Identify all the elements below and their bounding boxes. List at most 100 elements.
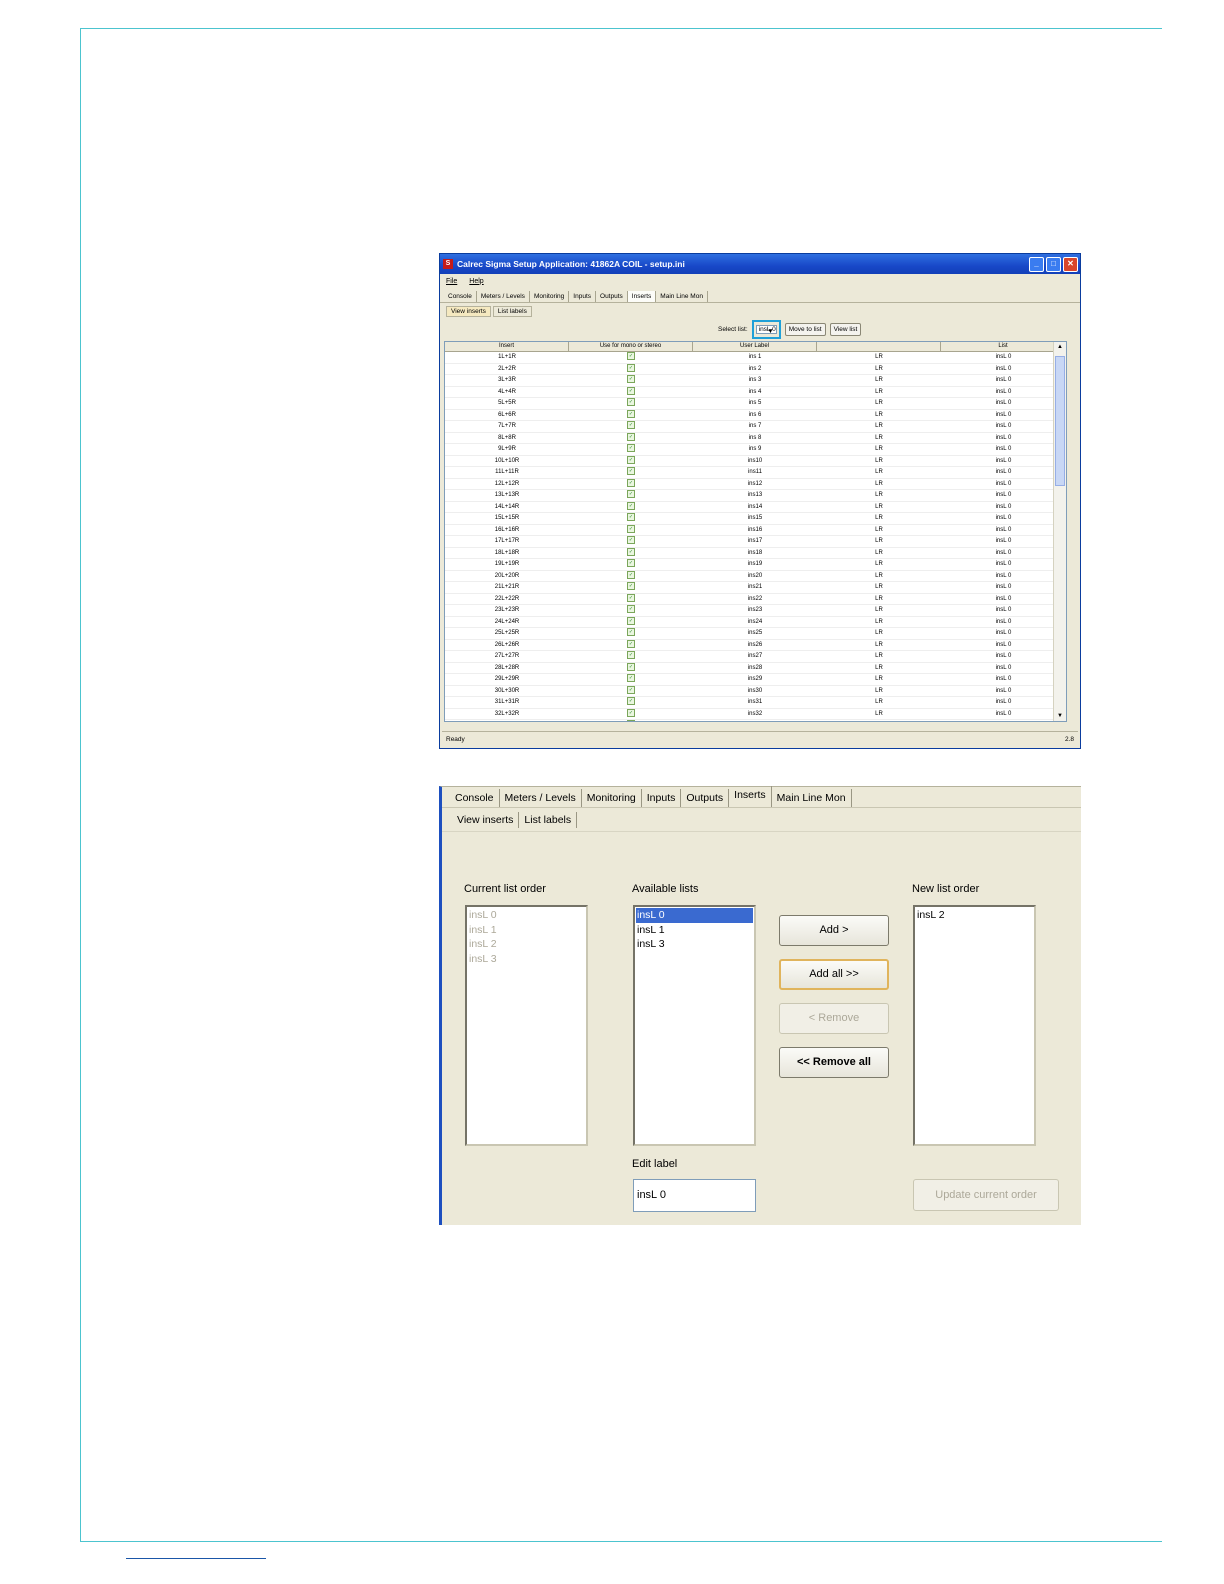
checkbox-checked-icon[interactable]: ✓ [627, 639, 635, 648]
checkbox-checked-icon[interactable]: ✓ [627, 570, 635, 579]
column-header-mono-stereo[interactable]: Use for mono or stereo [569, 342, 693, 351]
tab-console[interactable]: Console [444, 291, 477, 302]
table-row[interactable]: 21L+21R ✓ ins21 LR insL 0 [445, 582, 1066, 594]
scroll-up-icon[interactable]: ▲ [1055, 342, 1065, 352]
update-current-order-button[interactable]: Update current order [913, 1179, 1059, 1211]
table-row[interactable]: 18L+18R ✓ ins18 LR insL 0 [445, 547, 1066, 559]
table-row[interactable]: 8L+8R ✓ ins 8 LR insL 0 [445, 432, 1066, 444]
tab-meters-levels[interactable]: Meters / Levels [477, 291, 530, 302]
edit-label-input[interactable]: insL 0 [633, 1179, 756, 1212]
tab-outputs[interactable]: Outputs [681, 789, 730, 807]
menu-file[interactable]: File [446, 278, 457, 285]
table-row[interactable]: 32L+32R ✓ ins32 LR insL 0 [445, 708, 1066, 720]
table-row[interactable]: 1L+1R ✓ ins 1 LR insL 0 [445, 352, 1066, 364]
table-row[interactable]: 28L+28R ✓ ins28 LR insL 0 [445, 662, 1066, 674]
table-row[interactable]: 30L+30R ✓ ins30 LR insL 0 [445, 685, 1066, 697]
table-row[interactable]: 12L+12R ✓ ins12 LR insL 0 [445, 478, 1066, 490]
column-header-routing[interactable] [817, 342, 941, 351]
tab-inserts[interactable]: Inserts [729, 786, 772, 807]
table-row[interactable]: 27L+27R ✓ ins27 LR insL 0 [445, 651, 1066, 663]
table-row[interactable]: 29L+29R ✓ ins29 LR insL 0 [445, 674, 1066, 686]
checkbox-checked-icon[interactable]: ✓ [627, 501, 635, 510]
table-row[interactable]: 16L+16R ✓ ins16 LR insL 0 [445, 524, 1066, 536]
table-row[interactable]: 23L+23R ✓ ins23 LR insL 0 [445, 605, 1066, 617]
tab-inputs[interactable]: Inputs [569, 291, 597, 302]
table-row[interactable]: 26L+26R ✓ ins26 LR insL 0 [445, 639, 1066, 651]
tab-monitoring[interactable]: Monitoring [530, 291, 570, 302]
checkbox-checked-icon[interactable]: ✓ [627, 513, 635, 522]
table-row[interactable]: 19L+19R ✓ ins19 LR insL 0 [445, 559, 1066, 571]
title-bar[interactable]: S Calrec Sigma Setup Application: 41862A… [440, 254, 1080, 274]
checkbox-checked-icon[interactable]: ✓ [627, 628, 635, 637]
table-row[interactable]: 5L+5R ✓ ins 5 LR insL 0 [445, 398, 1066, 410]
checkbox-checked-icon[interactable]: ✓ [627, 444, 635, 453]
checkbox-checked-icon[interactable]: ✓ [627, 386, 635, 395]
checkbox-checked-icon[interactable]: ✓ [627, 582, 635, 591]
tab-console[interactable]: Console [450, 789, 500, 807]
list-item-selected[interactable]: insL 0 [636, 908, 753, 923]
table-row[interactable]: 10L+10R ✓ ins10 LR insL 0 [445, 455, 1066, 467]
table-row[interactable]: 22L+22R ✓ ins22 LR insL 0 [445, 593, 1066, 605]
maximize-icon[interactable]: □ [1046, 256, 1061, 272]
new-list-order-box[interactable]: insL 2 [913, 905, 1036, 1146]
column-header-list[interactable]: List [941, 342, 1066, 351]
remove-all-button[interactable]: << Remove all [779, 1047, 889, 1078]
tab-meters-levels[interactable]: Meters / Levels [500, 789, 582, 807]
table-row[interactable]: 2L+2R ✓ ins 2 LR insL 0 [445, 363, 1066, 375]
tab-monitoring[interactable]: Monitoring [582, 789, 642, 807]
subtab-view-inserts[interactable]: View inserts [446, 306, 491, 317]
column-header-user-label[interactable]: User Label [693, 342, 817, 351]
table-row[interactable]: 6L+6R ✓ ins 6 LR insL 0 [445, 409, 1066, 421]
checkbox-checked-icon[interactable]: ✓ [627, 674, 635, 683]
checkbox-checked-icon[interactable]: ✓ [627, 697, 635, 706]
checkbox-checked-icon[interactable]: ✓ [627, 352, 635, 361]
table-row[interactable]: 15L+15R ✓ ins15 LR insL 0 [445, 513, 1066, 525]
table-row[interactable]: 17L+17R ✓ ins17 LR insL 0 [445, 536, 1066, 548]
checkbox-checked-icon[interactable]: ✓ [627, 421, 635, 430]
tab-main-line-mon[interactable]: Main Line Mon [772, 789, 852, 807]
checkbox-checked-icon[interactable]: ✓ [627, 547, 635, 556]
select-list-dropdown[interactable]: insL 0 ▼ [755, 325, 777, 335]
minimize-icon[interactable]: _ [1029, 256, 1044, 272]
table-row[interactable]: 3L+3R ✓ ins 3 LR insL 0 [445, 375, 1066, 387]
available-lists-box[interactable]: insL 0 insL 1 insL 3 [633, 905, 756, 1146]
table-row[interactable]: 11L+11R ✓ ins11 LR insL 0 [445, 467, 1066, 479]
column-header-insert[interactable]: Insert [445, 342, 569, 351]
table-row[interactable]: 7L+7R ✓ ins 7 LR insL 0 [445, 421, 1066, 433]
table-row[interactable]: 25L+25R ✓ ins25 LR insL 0 [445, 628, 1066, 640]
checkbox-checked-icon[interactable]: ✓ [627, 478, 635, 487]
subtab-list-labels[interactable]: List labels [492, 306, 532, 317]
checkbox-checked-icon[interactable]: ✓ [627, 559, 635, 568]
checkbox-checked-icon[interactable]: ✓ [627, 708, 635, 717]
checkbox-checked-icon[interactable]: ✓ [627, 616, 635, 625]
remove-button[interactable]: < Remove [779, 1003, 889, 1034]
checkbox-checked-icon[interactable]: ✓ [627, 432, 635, 441]
view-list-button[interactable]: View list [829, 323, 862, 336]
checkbox-checked-icon[interactable]: ✓ [627, 651, 635, 660]
table-row[interactable]: 20L+20R ✓ ins20 LR insL 0 [445, 570, 1066, 582]
checkbox-checked-icon[interactable]: ✓ [627, 685, 635, 694]
add-button[interactable]: Add > [779, 915, 889, 946]
checkbox-checked-icon[interactable]: ✓ [627, 455, 635, 464]
table-row[interactable]: 4L+4R ✓ ins 4 LR insL 0 [445, 386, 1066, 398]
table-row[interactable]: 14L+14R ✓ ins14 LR insL 0 [445, 501, 1066, 513]
checkbox-checked-icon[interactable]: ✓ [627, 375, 635, 384]
subtab-list-labels[interactable]: List labels [519, 812, 578, 828]
move-to-list-button[interactable]: Move to list [784, 323, 826, 336]
checkbox-checked-icon[interactable]: ✓ [627, 593, 635, 602]
list-item[interactable]: insL 3 [636, 937, 753, 952]
checkbox-checked-icon[interactable]: ✓ [627, 605, 635, 614]
subtab-view-inserts[interactable]: View inserts [452, 812, 520, 828]
table-row[interactable]: 9L+9R ✓ ins 9 LR insL 0 [445, 444, 1066, 456]
checkbox-checked-icon[interactable]: ✓ [627, 536, 635, 545]
table-row[interactable]: 13L+13R ✓ ins13 LR insL 0 [445, 490, 1066, 502]
menu-help[interactable]: Help [469, 278, 483, 285]
add-all-button[interactable]: Add all >> [779, 959, 889, 990]
checkbox-checked-icon[interactable]: ✓ [627, 363, 635, 372]
tab-inserts[interactable]: Inserts [627, 291, 657, 302]
list-item[interactable]: insL 1 [636, 923, 753, 938]
checkbox-checked-icon[interactable]: ✓ [627, 662, 635, 671]
checkbox-checked-icon[interactable]: ✓ [627, 524, 635, 533]
tab-inputs[interactable]: Inputs [642, 789, 682, 807]
checkbox-checked-icon[interactable]: ✓ [627, 409, 635, 418]
